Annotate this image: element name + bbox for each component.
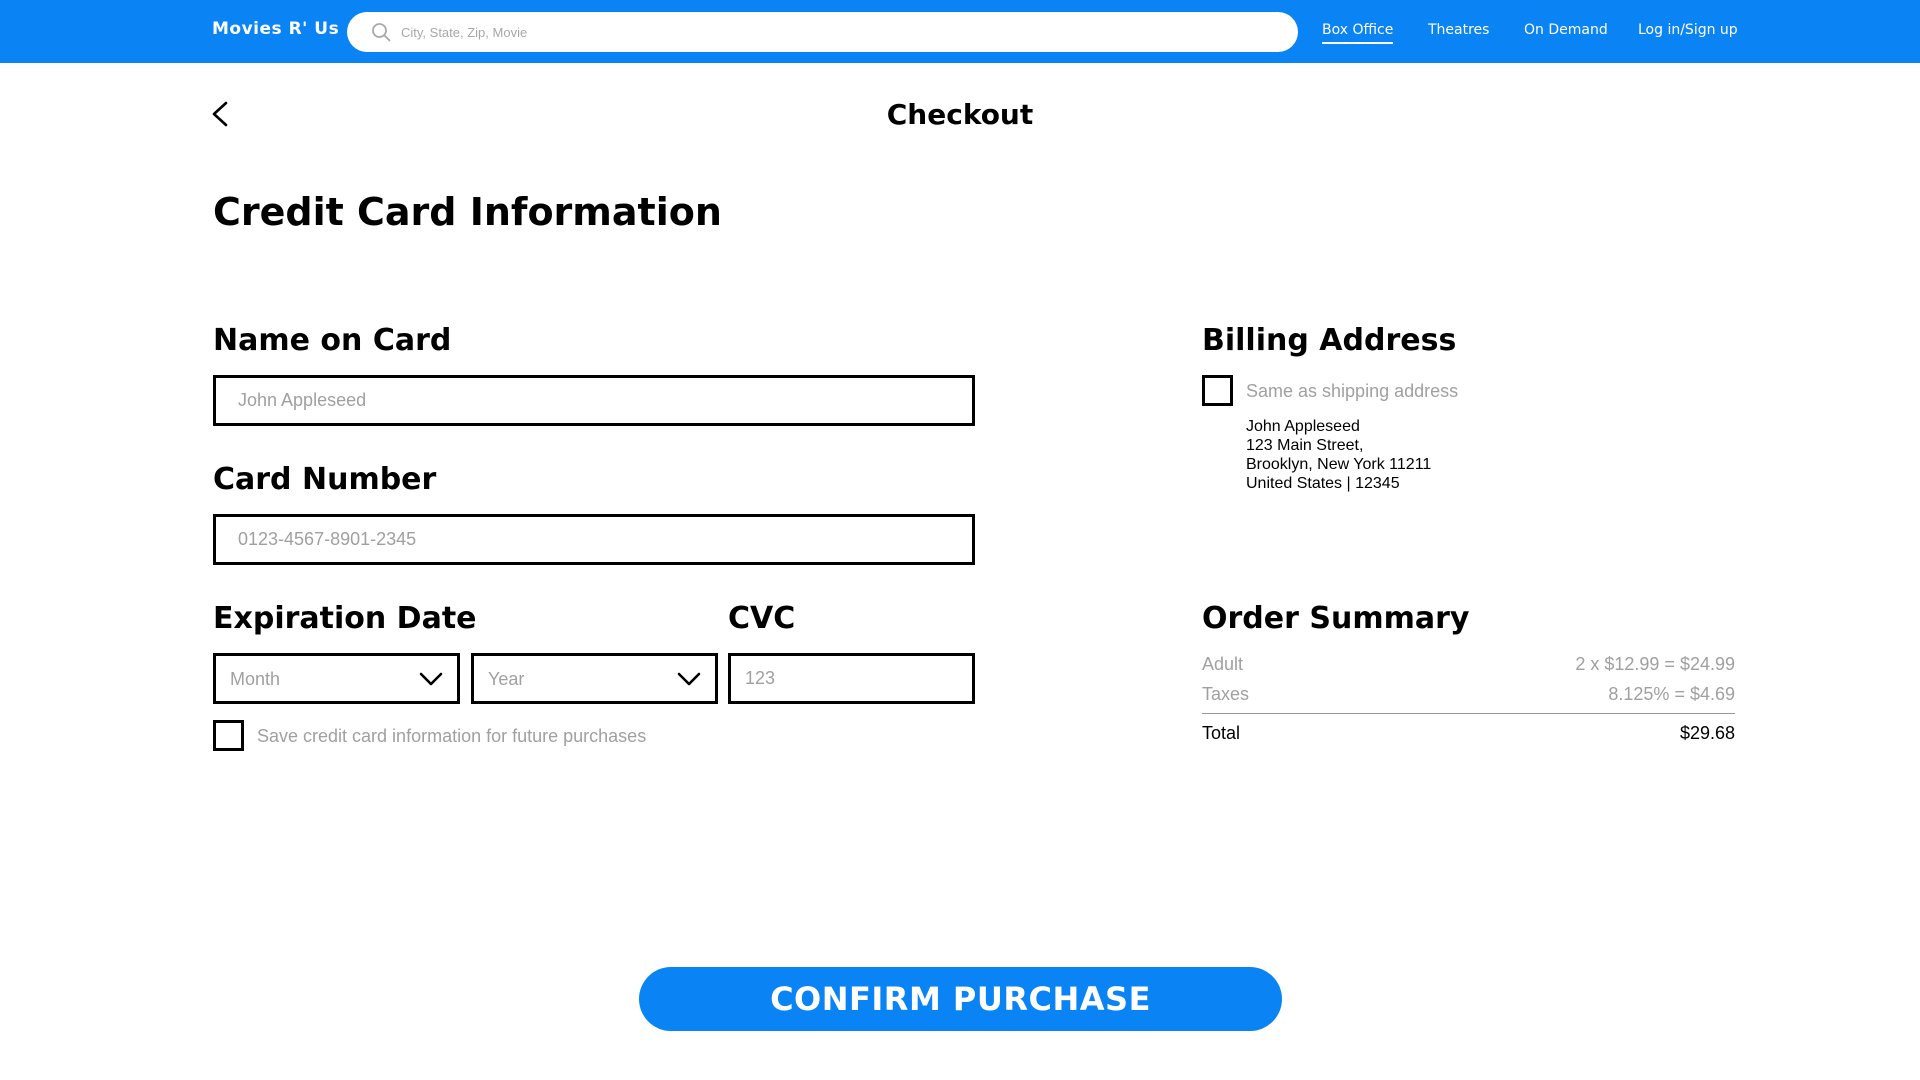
search-icon <box>372 23 391 42</box>
billing-address-title: Billing Address <box>1202 323 1457 358</box>
address-line-street: 123 Main Street, <box>1246 437 1364 454</box>
summary-divider <box>1202 713 1735 714</box>
month-select-value: Month <box>230 669 281 689</box>
summary-row-adult: Adult 2 x $12.99 = $24.99 <box>1202 654 1735 678</box>
chevron-down-icon <box>677 672 701 686</box>
brand-logo[interactable]: Movies R' Us <box>212 19 339 39</box>
year-select[interactable]: Year <box>471 653 718 704</box>
confirm-purchase-button[interactable]: CONFIRM PURCHASE <box>639 967 1282 1031</box>
chevron-down-icon <box>419 672 443 686</box>
address-line-city: Brooklyn, New York 11211 <box>1246 456 1432 473</box>
section-title: Credit Card Information <box>213 190 722 234</box>
nav-link-login-signup[interactable]: Log in/Sign up <box>1638 22 1738 38</box>
summary-label: Adult <box>1202 654 1244 674</box>
cvc-field[interactable] <box>728 653 975 704</box>
nav-link-theatres[interactable]: Theatres <box>1428 22 1489 38</box>
total-label: Total <box>1202 723 1241 743</box>
nav-link-on-demand[interactable]: On Demand <box>1524 22 1608 38</box>
name-on-card-label: Name on Card <box>213 323 452 358</box>
save-card-label[interactable]: Save credit card information for future … <box>257 726 646 747</box>
total-value: $29.68 <box>1679 723 1735 743</box>
search-input[interactable] <box>401 12 1281 52</box>
summary-label: Taxes <box>1202 684 1250 704</box>
summary-row-taxes: Taxes 8.125% = $4.69 <box>1202 684 1735 708</box>
address-line-name: John Appleseed <box>1246 418 1360 435</box>
same-as-shipping-label[interactable]: Same as shipping address <box>1246 381 1458 402</box>
name-on-card-field[interactable] <box>213 375 975 426</box>
top-nav-bar: Movies R' Us Box Office Theatres On Dema… <box>0 0 1920 63</box>
card-number-label: Card Number <box>213 462 437 497</box>
summary-value: 2 x $12.99 = $24.99 <box>1575 654 1735 674</box>
cvc-label: CVC <box>728 601 796 636</box>
summary-row-total: Total $29.68 <box>1202 723 1735 747</box>
summary-value: 8.125% = $4.69 <box>1608 684 1735 704</box>
page-title: Checkout <box>886 98 1034 131</box>
expiration-date-label: Expiration Date <box>213 601 477 636</box>
month-select[interactable]: Month <box>213 653 460 704</box>
same-as-shipping-checkbox[interactable] <box>1202 375 1233 406</box>
order-summary-title: Order Summary <box>1202 601 1470 636</box>
address-line-country: United States | 12345 <box>1246 475 1400 492</box>
year-select-value: Year <box>488 669 525 689</box>
nav-link-box-office[interactable]: Box Office <box>1322 22 1394 44</box>
card-number-field[interactable] <box>213 514 975 565</box>
search-bar[interactable] <box>347 12 1298 52</box>
save-card-checkbox[interactable] <box>213 720 244 751</box>
